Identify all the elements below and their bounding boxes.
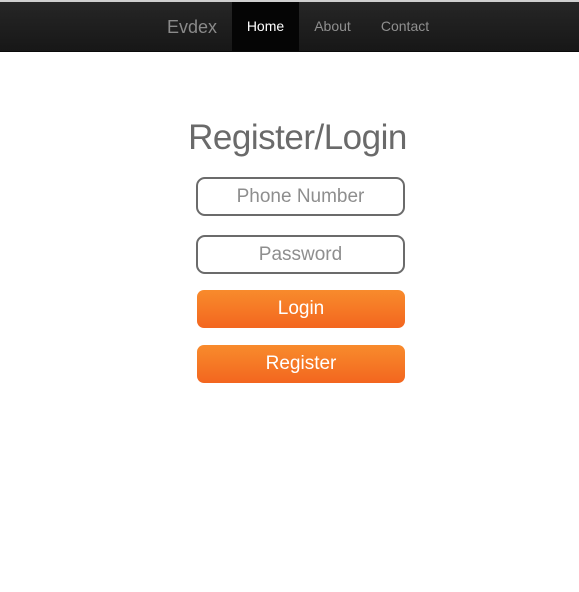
password-input[interactable]	[196, 235, 405, 274]
phone-number-input[interactable]	[196, 177, 405, 216]
nav-link-about[interactable]: About	[305, 2, 360, 51]
top-navbar: Evdex Home About Contact	[0, 0, 579, 52]
register-button[interactable]: Register	[197, 345, 405, 383]
brand-logo-text[interactable]: Evdex	[167, 16, 217, 38]
page-title: Register/Login	[188, 118, 407, 157]
nav-link-home[interactable]: Home	[232, 2, 299, 51]
nav-link-contact[interactable]: Contact	[372, 2, 438, 51]
login-button[interactable]: Login	[197, 290, 405, 328]
